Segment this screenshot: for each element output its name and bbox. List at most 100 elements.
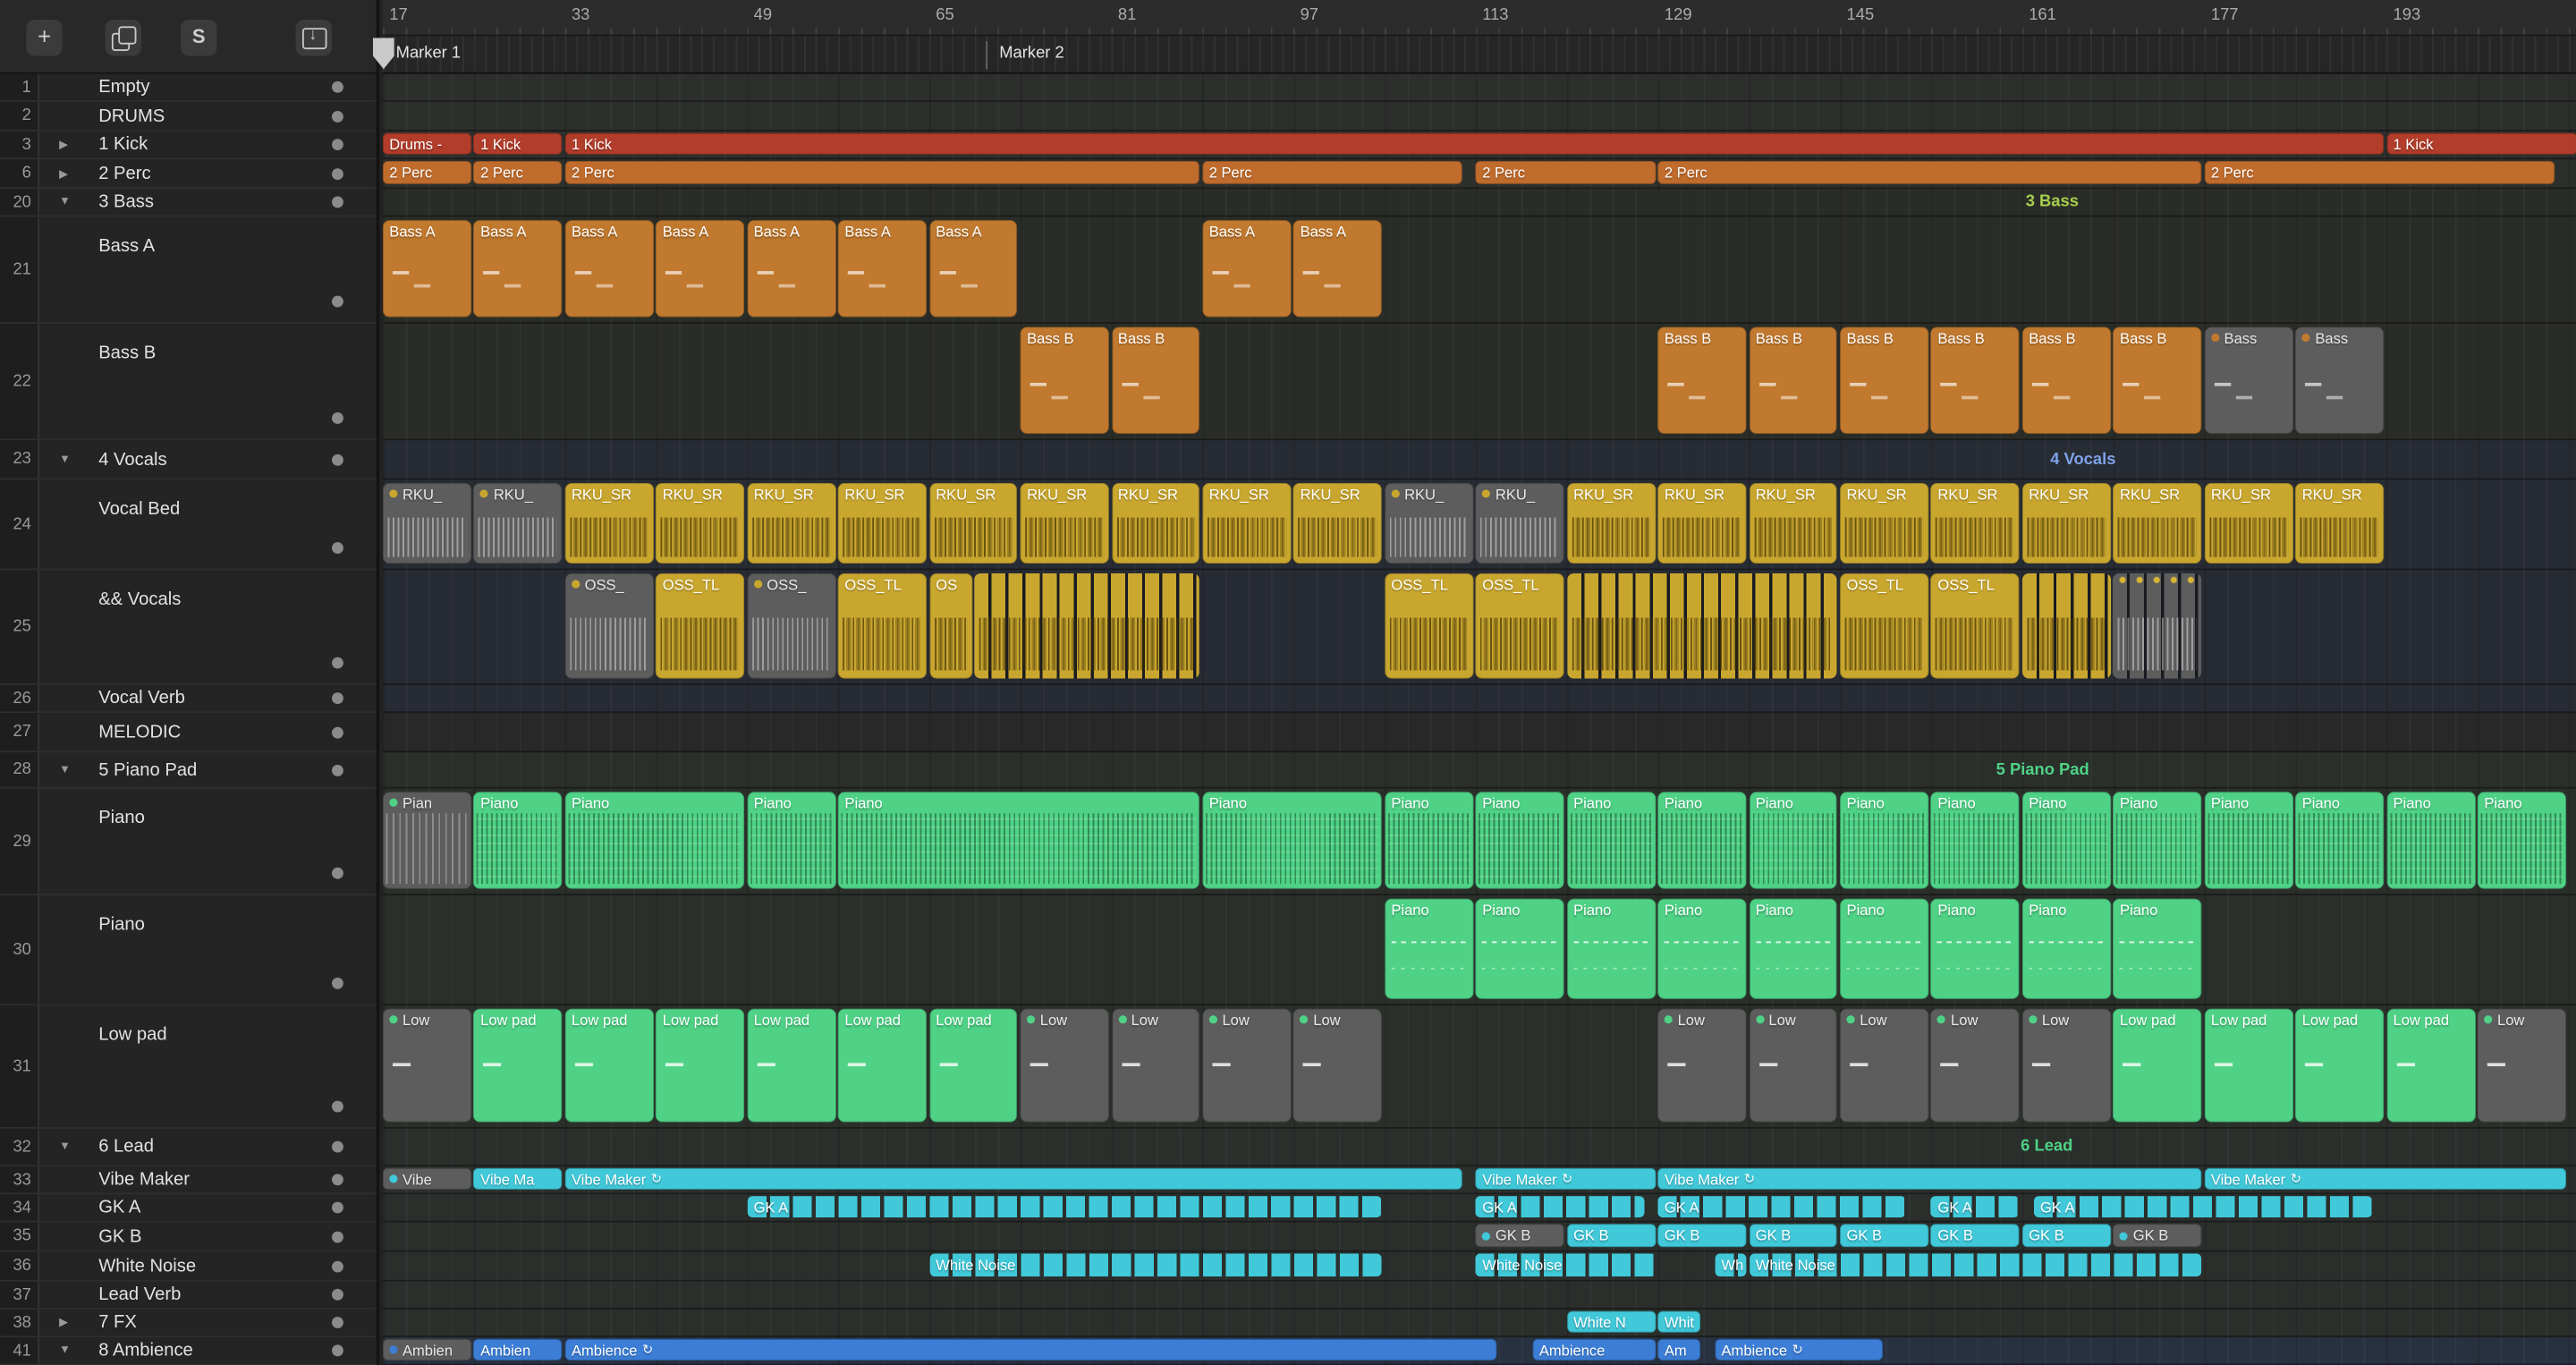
region[interactable]: RKU_SR	[1566, 482, 1656, 564]
region[interactable]: Bass A	[747, 220, 836, 318]
track-header[interactable]: 25 && Vocals	[0, 570, 377, 685]
track-state-dot-icon[interactable]	[332, 764, 343, 776]
region[interactable]: Ambience ↻	[564, 1338, 1496, 1361]
region[interactable]: Bass B	[2021, 326, 2111, 434]
region[interactable]: Vibe Maker ↻	[564, 1167, 1462, 1190]
region[interactable]: 1 Kick	[564, 132, 2385, 155]
region[interactable]: Bass A	[656, 220, 745, 318]
region[interactable]: Vibe Maker ↻	[2204, 1167, 2566, 1190]
region[interactable]: Bass B	[1657, 326, 1747, 434]
region[interactable]: Low	[2477, 1008, 2566, 1123]
region[interactable]: Piano	[1749, 898, 1838, 999]
track-lane[interactable]: 4 Vocals	[382, 440, 2576, 480]
region[interactable]: RKU_SR	[928, 482, 1018, 564]
region[interactable]: GK A	[1475, 1196, 1644, 1218]
track-header[interactable]: 20 ▼ 3 Bass	[0, 189, 377, 217]
region[interactable]: RKU_SR	[1749, 482, 1838, 564]
region[interactable]: Piano	[2204, 792, 2293, 889]
region[interactable]: RKU_SR	[1111, 482, 1200, 564]
region[interactable]: 2 Perc	[473, 160, 563, 184]
marker[interactable]: Marker 1	[382, 40, 461, 70]
region[interactable]: RKU_SR	[1020, 482, 1109, 564]
region[interactable]: Bass B	[1111, 326, 1200, 434]
track-header[interactable]: 41 ▼ 8 Ambience	[0, 1337, 377, 1365]
region[interactable]: Low pad	[656, 1008, 745, 1123]
region[interactable]: Low	[1293, 1008, 1383, 1123]
track-header[interactable]: 1 Empty	[0, 73, 377, 102]
track-lane[interactable]: Pian Piano Piano Piano Piano Piano Piano Piano P…	[382, 788, 2576, 896]
region[interactable]: Bass	[2295, 326, 2385, 434]
track-lane[interactable]: 5 Piano Pad	[382, 752, 2576, 789]
region[interactable]: RKU_SR	[1931, 482, 2020, 564]
region[interactable]: GK B	[2021, 1224, 2111, 1248]
region[interactable]: Whit	[1657, 1310, 1701, 1333]
track-header[interactable]: 33 Vibe Maker	[0, 1166, 377, 1195]
disclosure-down-icon[interactable]: ▼	[59, 1141, 71, 1153]
disclosure-right-icon[interactable]: ▶	[59, 166, 68, 180]
track-lane[interactable]: White N Whit	[382, 1309, 2576, 1338]
track-header[interactable]: 29 Piano	[0, 788, 377, 896]
track-header[interactable]: 2 DRUMS	[0, 101, 377, 131]
region[interactable]: Low	[1931, 1008, 2020, 1123]
disclosure-down-icon[interactable]: ▼	[59, 454, 71, 465]
region[interactable]: Vibe Ma	[473, 1167, 563, 1190]
region[interactable]	[1566, 573, 1838, 679]
region[interactable]: Piano	[1385, 792, 1473, 889]
region[interactable]: Ambience ↻	[1715, 1338, 1884, 1361]
region[interactable]: Vibe Maker ↻	[1475, 1167, 1656, 1190]
region[interactable]: GK A	[1931, 1196, 2020, 1218]
region[interactable]: Low pad	[928, 1008, 1018, 1123]
track-state-dot-icon[interactable]	[332, 1288, 343, 1301]
track-header[interactable]: 35 GK B	[0, 1222, 377, 1252]
region[interactable]: OSS_	[747, 573, 836, 679]
region[interactable]: OSS_TL	[1931, 573, 2020, 679]
track-header[interactable]: 28 ▼ 5 Piano Pad	[0, 752, 377, 789]
region[interactable]: GK B	[1931, 1224, 2020, 1248]
region[interactable]: Piano	[1931, 898, 2020, 999]
region[interactable]: Low	[382, 1008, 471, 1123]
region[interactable]: Low	[1749, 1008, 1838, 1123]
track-header[interactable]: 38 ▶ 7 FX	[0, 1309, 377, 1338]
track-lane[interactable]: 3 Bass	[382, 189, 2576, 217]
track-state-dot-icon[interactable]	[332, 1201, 343, 1214]
region[interactable]: Bass A	[564, 220, 654, 318]
region[interactable]: Piano	[1475, 898, 1564, 999]
region[interactable]: Low pad	[473, 1008, 563, 1123]
track-state-dot-icon[interactable]	[332, 725, 343, 738]
region[interactable]: RKU_SR	[747, 482, 836, 564]
region[interactable]: Bass A	[382, 220, 471, 318]
region[interactable]: Bass B	[1749, 326, 1838, 434]
region[interactable]	[2113, 573, 2202, 679]
region[interactable]: Low pad	[2295, 1008, 2385, 1123]
region[interactable]: 2 Perc	[1657, 160, 2202, 184]
track-lane[interactable]	[382, 1281, 2576, 1310]
region[interactable]: Low pad	[2113, 1008, 2202, 1123]
region[interactable]: GK B	[2113, 1224, 2202, 1248]
region[interactable]: 2 Perc	[564, 160, 1200, 184]
region[interactable]: Piano	[2021, 898, 2111, 999]
region[interactable]: Bass	[2204, 326, 2293, 434]
region[interactable]: White Noise	[928, 1253, 1383, 1277]
region[interactable]: RKU_	[1385, 482, 1473, 564]
region[interactable]: Piano	[1749, 792, 1838, 889]
region[interactable]: Piano	[564, 792, 745, 889]
region[interactable]: RKU_SR	[1840, 482, 1929, 564]
duplicate-track-button[interactable]	[105, 20, 141, 56]
region[interactable]: Low	[1202, 1008, 1292, 1123]
track-lane[interactable]: 6 Lead	[382, 1128, 2576, 1167]
region[interactable]: OS	[928, 573, 972, 679]
region[interactable]: Piano	[1657, 898, 1747, 999]
bar-ruler[interactable]: 17 33 49 65 81 97 113 129 145 161 177 193	[382, 0, 2576, 37]
region[interactable]: Bass A	[928, 220, 1018, 318]
track-lane[interactable]: Low Low pad Low pad Low pad Low pad Low pad Lo…	[382, 1005, 2576, 1129]
region[interactable]: Pian	[382, 792, 471, 889]
region[interactable]: Piano	[473, 792, 563, 889]
track-header[interactable]: 30 Piano	[0, 895, 377, 1006]
region[interactable]: Bass A	[1202, 220, 1292, 318]
region[interactable]: White Noise	[1749, 1253, 2202, 1277]
track-lane[interactable]: Ambien Ambien Ambience ↻ Ambience Am Ambience ↻	[382, 1337, 2576, 1365]
region[interactable]: Ambien	[473, 1338, 563, 1361]
disclosure-right-icon[interactable]: ▶	[59, 138, 68, 151]
region[interactable]: RKU_SR	[2021, 482, 2111, 564]
track-state-dot-icon[interactable]	[332, 1317, 343, 1328]
